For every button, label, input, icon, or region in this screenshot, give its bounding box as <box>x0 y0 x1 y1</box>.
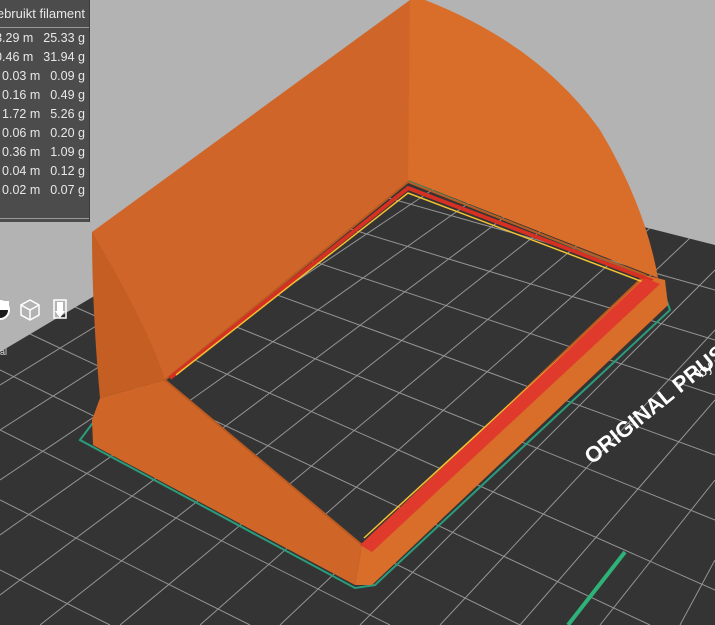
stat-weight: 0.49 g <box>50 88 85 102</box>
view-toolbar <box>0 294 78 328</box>
stat-length: 3.29 m <box>0 31 34 45</box>
stat-row: 0.02 m 0.07 g <box>2 180 85 200</box>
stat-row: 10.46 m 31.94 g <box>0 47 85 67</box>
stat-weight: 1.09 g <box>50 145 85 159</box>
stat-row: 0.16 m 0.49 g <box>2 85 85 105</box>
stat-weight: 5.26 g <box>50 107 85 121</box>
stat-weight: 0.09 g <box>50 69 85 83</box>
stat-row: 0.04 m 0.12 g <box>2 161 85 181</box>
stat-length: 0.06 m <box>2 126 41 140</box>
stats-divider-bottom <box>0 218 89 219</box>
3d-viewport[interactable]: ORIGINAL PRUSA i3 M by <box>0 0 715 625</box>
stat-row: 3.29 m 25.33 g <box>0 28 85 48</box>
stat-length: 1.72 m <box>2 107 41 121</box>
stat-weight: 25.33 g <box>43 31 85 45</box>
stat-row: 0.36 m 1.09 g <box>2 142 85 162</box>
view-orientation-icon <box>0 300 10 320</box>
stat-length: 0.03 m <box>2 69 41 83</box>
stat-row: 0.06 m 0.20 g <box>2 123 85 143</box>
stat-length: 0.36 m <box>2 145 41 159</box>
stat-weight: 31.94 g <box>43 50 85 64</box>
stat-length: 0.16 m <box>2 88 41 102</box>
view-orientation-button[interactable] <box>0 296 14 324</box>
viewport-footer-text: al <box>0 347 8 357</box>
filament-stats-panel: Gebruikt filament 3.29 m 25.33 g 10.46 m 3… <box>0 0 90 222</box>
stat-length: 0.02 m <box>2 183 41 197</box>
stat-length: 10.46 m <box>0 50 34 64</box>
bottom-view-button[interactable] <box>46 296 74 324</box>
iso-view-cube-icon <box>20 299 40 321</box>
stat-row: 0.03 m 0.09 g <box>2 66 85 86</box>
stat-weight: 0.20 g <box>50 126 85 140</box>
bottom-view-icon <box>53 299 67 319</box>
stats-header: Gebruikt filament <box>0 6 85 21</box>
stat-length: 0.04 m <box>2 164 41 178</box>
iso-view-button[interactable] <box>16 296 44 324</box>
stat-weight: 0.12 g <box>50 164 85 178</box>
stat-weight: 0.07 g <box>50 183 85 197</box>
stat-row: 1.72 m 5.26 g <box>2 104 85 124</box>
